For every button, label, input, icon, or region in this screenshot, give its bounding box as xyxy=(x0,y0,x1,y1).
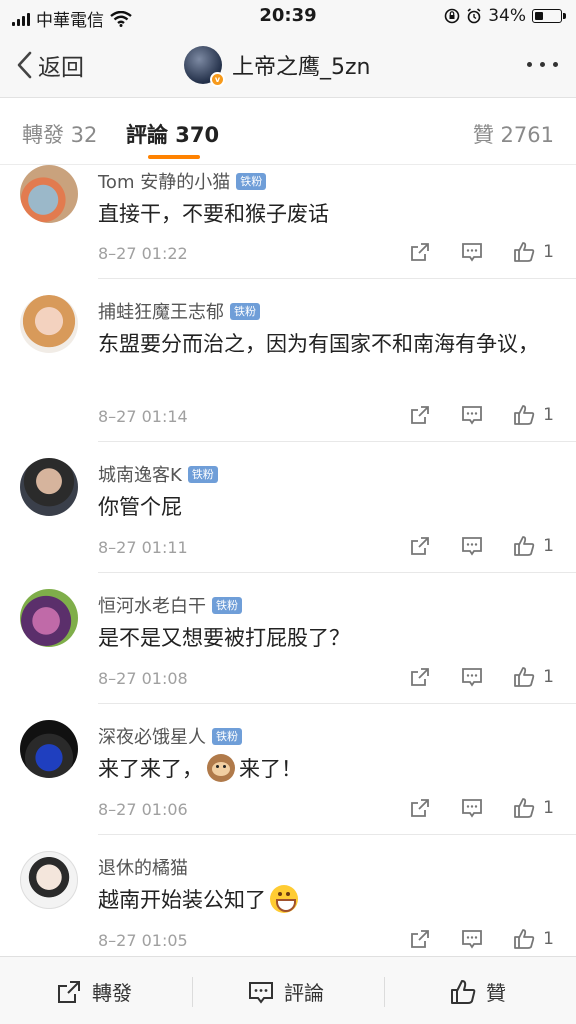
commenter-avatar[interactable] xyxy=(20,589,78,647)
comment-text: 越南开始装公知了 xyxy=(98,883,558,918)
like-count: 1 xyxy=(543,667,554,687)
fan-badge: 铁粉 xyxy=(212,727,242,745)
grin-emoji-icon xyxy=(270,885,298,913)
more-button[interactable] xyxy=(527,62,558,67)
author-avatar[interactable]: v xyxy=(184,46,225,87)
tab-comments[interactable]: 評論 370 xyxy=(126,119,219,149)
commenter-name[interactable]: Tom 安静的小猫 铁粉 xyxy=(98,168,267,194)
comment-actions: 1 xyxy=(379,404,554,426)
like-label: 贊 xyxy=(486,981,506,1005)
divider xyxy=(192,977,193,1007)
comment-actions: 1 xyxy=(379,797,554,819)
share-icon[interactable] xyxy=(409,241,431,263)
divider xyxy=(98,441,576,442)
comment-label: 評論 xyxy=(284,981,324,1005)
commenter-name[interactable]: 退休的橘猫 xyxy=(98,854,188,880)
orientation-lock-icon xyxy=(444,8,460,24)
share-icon[interactable] xyxy=(409,404,431,426)
back-label: 返回 xyxy=(38,55,84,81)
share-icon[interactable] xyxy=(409,797,431,819)
tab-bar: 轉發 32 評論 370 贊 2761 xyxy=(0,99,576,165)
like-icon[interactable] xyxy=(513,928,535,950)
commenter-avatar[interactable] xyxy=(20,458,78,516)
like-count: 1 xyxy=(543,929,554,949)
commenter-name[interactable]: 深夜必饿星人 铁粉 xyxy=(98,723,242,749)
like-icon[interactable] xyxy=(513,241,535,263)
divider xyxy=(98,278,576,279)
page-title: 上帝之鹰_5zn xyxy=(232,55,371,80)
comment-time: 8–27 01:22 xyxy=(98,244,188,263)
divider xyxy=(98,572,576,573)
tab-likes[interactable]: 贊 2761 xyxy=(473,119,554,149)
like-count: 1 xyxy=(543,242,554,262)
commenter-avatar[interactable] xyxy=(20,720,78,778)
more-dots-icon xyxy=(527,62,532,67)
comment-actions: 1 xyxy=(379,241,554,263)
reply-icon[interactable] xyxy=(461,797,483,819)
commenter-name[interactable]: 捕蛙狂魔王志郁 铁粉 xyxy=(98,298,260,324)
reply-icon[interactable] xyxy=(461,666,483,688)
comment-button[interactable]: 評論 xyxy=(248,977,324,1006)
fan-badge: 铁粉 xyxy=(236,172,267,190)
comment-text: 你管个屁 xyxy=(98,495,182,519)
alarm-icon xyxy=(467,8,481,24)
reply-icon[interactable] xyxy=(461,404,483,426)
active-tab-indicator xyxy=(148,155,200,159)
comment-time: 8–27 01:11 xyxy=(98,538,188,557)
status-bar: 中華電信 20:39 34% xyxy=(0,0,576,34)
like-count: 1 xyxy=(543,798,554,818)
divider xyxy=(98,834,576,835)
commenter-avatar[interactable] xyxy=(20,295,78,353)
divider xyxy=(384,977,385,1007)
share-icon[interactable] xyxy=(409,928,431,950)
status-right: 34% xyxy=(444,6,566,26)
fan-badge: 铁粉 xyxy=(187,465,218,483)
comment-text: 东盟要分而治之，因为有国家不和南海有争议， xyxy=(98,332,539,356)
tab-forwards[interactable]: 轉發 32 xyxy=(22,119,97,149)
battery-icon xyxy=(532,9,566,23)
reply-icon[interactable] xyxy=(461,535,483,557)
forward-label: 轉發 xyxy=(92,981,132,1005)
bottom-action-bar: 轉發 評論 贊 xyxy=(0,956,576,1024)
share-icon[interactable] xyxy=(409,535,431,557)
comment-text: 直接干，不要和猴子废话 xyxy=(98,202,329,226)
nav-title[interactable]: v 上帝之鹰_5zn xyxy=(184,46,371,87)
like-count: 1 xyxy=(543,405,554,425)
chevron-left-icon xyxy=(17,51,32,79)
like-count: 1 xyxy=(543,536,554,556)
reply-icon[interactable] xyxy=(461,928,483,950)
monkey-emoji-icon xyxy=(207,754,235,782)
commenter-name[interactable]: 恒河水老白干 铁粉 xyxy=(98,592,242,618)
forward-button[interactable]: 轉發 xyxy=(56,977,132,1006)
like-icon xyxy=(451,979,476,1004)
comment-actions: 1 xyxy=(379,666,554,688)
comment-time: 8–27 01:06 xyxy=(98,800,188,819)
verified-badge-icon: v xyxy=(210,72,225,87)
commenter-avatar[interactable] xyxy=(20,851,78,909)
comment-actions: 1 xyxy=(379,928,554,950)
comment-actions: 1 xyxy=(379,535,554,557)
comment-time: 8–27 01:05 xyxy=(98,931,188,950)
fan-badge: 铁粉 xyxy=(230,302,260,320)
reply-icon[interactable] xyxy=(461,241,483,263)
back-button[interactable]: 返回 xyxy=(14,48,84,82)
comment-time: 8–27 01:08 xyxy=(98,669,188,688)
fan-badge: 铁粉 xyxy=(212,596,242,614)
comment-text: 是不是又想要被打屁股了？ xyxy=(98,626,350,650)
like-icon[interactable] xyxy=(513,797,535,819)
comment-icon xyxy=(249,981,273,1004)
divider xyxy=(98,703,576,704)
share-icon[interactable] xyxy=(409,666,431,688)
like-button[interactable]: 贊 xyxy=(450,977,506,1006)
like-icon[interactable] xyxy=(513,404,535,426)
battery-percent: 34% xyxy=(488,6,526,26)
commenter-name[interactable]: 城南逸客K 铁粉 xyxy=(98,461,218,487)
comment-text: 来了来了， 来了！ xyxy=(98,752,558,787)
like-icon[interactable] xyxy=(513,666,535,688)
comment-time: 8–27 01:14 xyxy=(98,407,188,426)
like-icon[interactable] xyxy=(513,535,535,557)
commenter-avatar[interactable] xyxy=(20,165,78,223)
share-icon xyxy=(58,980,80,1003)
nav-bar: 返回 v 上帝之鹰_5zn xyxy=(0,34,576,98)
